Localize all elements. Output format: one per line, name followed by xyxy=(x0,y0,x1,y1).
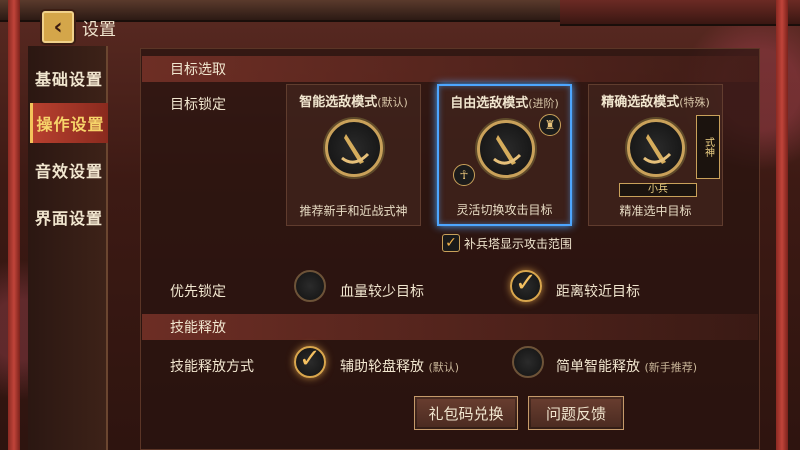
mode-description: 灵活切换攻击目标 xyxy=(456,203,553,217)
sidebar-item-basic[interactable]: 基础设置 xyxy=(30,58,108,98)
mode-description: 推荐新手和近战式神 xyxy=(299,204,408,218)
sidebar-item-interface[interactable]: 界面设置 xyxy=(30,197,108,237)
tower-range-checkbox[interactable]: ✓ xyxy=(442,234,460,252)
tower-range-label: 补兵塔显示攻击范围 xyxy=(464,237,573,251)
priority-low-hp-label: 血量较少目标 xyxy=(340,284,424,300)
mode-card-free[interactable]: 自由选敌模式(进阶) ♜ ☥ 灵活切换攻击目标 xyxy=(437,84,572,226)
skill-wheel-radio[interactable]: ✓ xyxy=(294,344,326,378)
minion-icon: ☥ xyxy=(453,164,475,186)
gift-code-button[interactable]: 礼包码兑换 xyxy=(414,396,518,430)
section-heading-skill: 技能释放 xyxy=(142,314,758,340)
top-beam-right xyxy=(560,0,800,26)
section-heading-target: 目标选取 xyxy=(142,56,758,82)
sidebar-item-audio[interactable]: 音效设置 xyxy=(30,150,108,190)
page-title: 设置 xyxy=(82,19,116,40)
priority-nearest-radio[interactable]: ✓ xyxy=(510,268,542,302)
checkmark-icon: ✓ xyxy=(445,235,457,251)
tower-icon: ♜ xyxy=(539,114,561,136)
skill-smart-radio[interactable] xyxy=(512,346,544,378)
checkmark-icon: ✓ xyxy=(515,268,537,298)
sword-emblem-icon xyxy=(627,119,685,177)
skill-smart-label: 简单智能释放 (新手推荐) xyxy=(556,359,698,375)
skill-wheel-label: 辅助轮盘释放 (默认) xyxy=(340,359,460,375)
soldier-tag: 小兵 xyxy=(619,183,697,197)
mode-title: 智能选敌模式(默认) xyxy=(299,95,408,110)
mode-title: 自由选敌模式(进阶) xyxy=(450,96,559,111)
chevron-left-icon: ‹ xyxy=(53,14,63,40)
priority-low-hp-radio[interactable] xyxy=(294,270,326,302)
feedback-button[interactable]: 问题反馈 xyxy=(528,396,624,430)
target-lock-label: 目标锁定 xyxy=(170,97,226,113)
priority-lock-label: 优先锁定 xyxy=(170,284,226,300)
back-button[interactable]: ‹ xyxy=(42,11,74,43)
mode-title: 精确选敌模式(特殊) xyxy=(601,95,710,110)
sword-emblem-icon xyxy=(325,119,383,177)
right-pillar xyxy=(776,0,788,450)
skill-method-label: 技能释放方式 xyxy=(170,359,254,375)
left-pillar xyxy=(8,0,20,450)
priority-nearest-label: 距离较近目标 xyxy=(556,284,640,300)
mode-description: 精准选中目标 xyxy=(619,204,692,218)
mode-card-precise[interactable]: 精确选敌模式(特殊) 式神 小兵 精准选中目标 xyxy=(588,84,723,226)
mode-card-smart[interactable]: 智能选敌模式(默认) 推荐新手和近战式神 xyxy=(286,84,421,226)
sword-emblem-icon xyxy=(477,120,535,178)
shishen-tag: 式神 xyxy=(696,115,720,179)
header: ‹ 设置 xyxy=(42,10,137,44)
sidebar-item-controls[interactable]: 操作设置 xyxy=(30,103,108,143)
checkmark-icon: ✓ xyxy=(299,344,321,374)
